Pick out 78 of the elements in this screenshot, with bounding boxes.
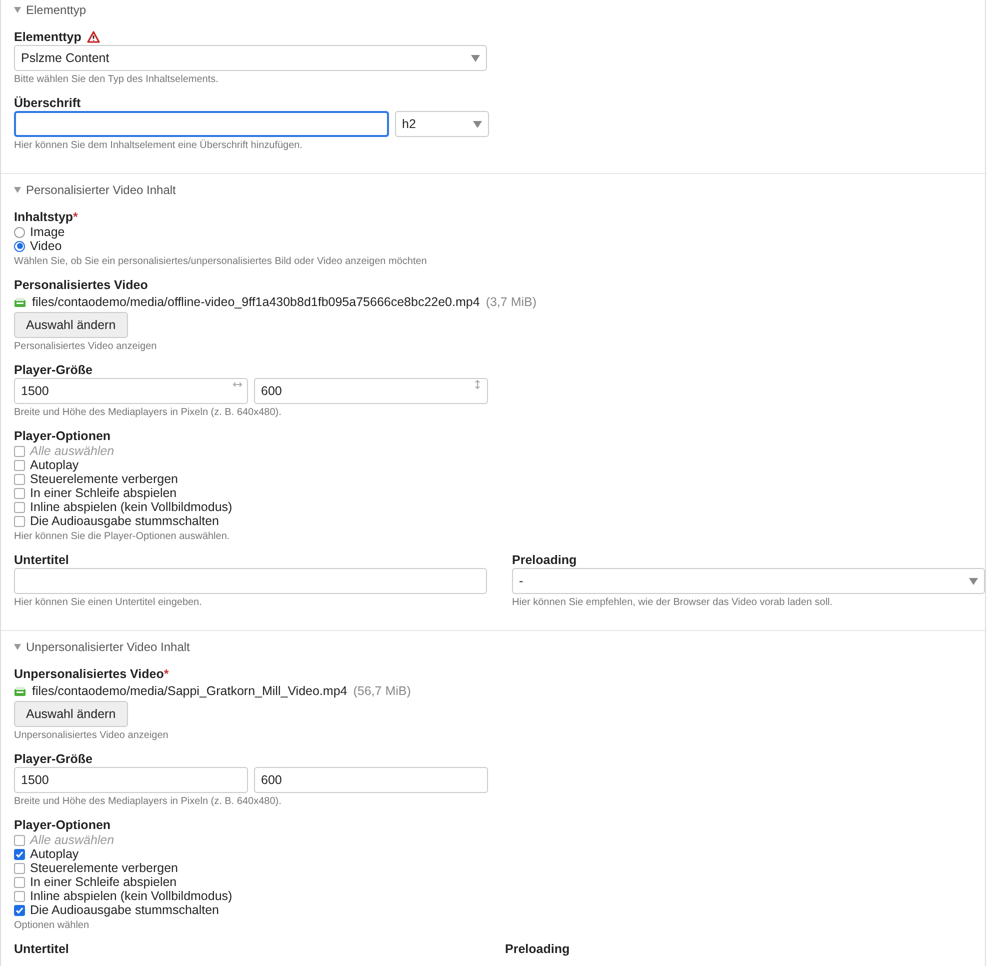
radio-button[interactable] [14,226,25,238]
help-text: Hier können Sie die Player-Optionen auswählen. [14,530,231,544]
checkbox[interactable] [14,488,25,498]
section-legend[interactable]: Unpersonalisierter Video Inhalt [26,640,190,654]
help-text: Breite und Höhe des Mediaplayers in Pixeln (z. B. 640x480). [14,406,282,420]
input-field[interactable] [14,111,389,137]
caret-icon [473,120,482,128]
collapse-toggle-icon[interactable] [14,644,21,650]
collapse-toggle-icon[interactable] [14,7,21,13]
option-label: In einer Schleife abspielen [30,486,177,500]
field-label: Untertitel [14,941,69,957]
option-label: Steuerelemente verbergen [30,861,178,875]
input-field[interactable]: 600 [254,378,488,404]
select-field[interactable]: h2 [395,111,489,137]
checkbox[interactable] [14,834,25,846]
select-field[interactable]: Pslzme Content [14,45,487,71]
help-text: Bitte wählen Sie den Typ des Inhaltselements. [14,73,220,87]
field-label: Player-Größe [14,362,93,378]
file-path: files/contaodemo/media/offline-video_9ff1a430b8d1fb095a75666ce8bc22e0.mp4 [32,295,480,309]
option-label: Autoplay [30,847,79,861]
help-text: Hier können Sie einen Untertitel eingeben. [14,596,203,610]
input-field[interactable]: 600 [254,767,488,793]
option-label: Autoplay [30,458,79,472]
help-text: Wählen Sie, ob Sie ein personalisiertes/unpersonalisiertes Bild oder Video anzeigen möchten [14,255,428,269]
input-field[interactable]: 1500 [14,767,248,793]
section-legend[interactable]: Elementtyp [26,3,86,17]
checkbox[interactable] [14,474,25,484]
help-text: Hier können Sie dem Inhaltselement eine Überschrift hinzufügen. [14,139,304,153]
field-label: Elementtyp [14,29,82,45]
select-all-label: Alle auswählen [30,444,114,458]
radio-button[interactable] [14,240,25,252]
checkbox[interactable] [14,862,25,874]
field-label: Player-Größe [14,751,93,767]
field-label: Überschrift [14,95,81,111]
option-label: Video [30,239,62,253]
field-label: Inhaltstyp* [14,209,78,225]
file-size: (56,7 MiB) [353,684,411,698]
file-size: (3,7 MiB) [486,295,537,309]
option-label: In einer Schleife abspielen [30,875,177,889]
help-text: Unpersonalisiertes Video anzeigen [14,729,170,743]
collapse-toggle-icon[interactable] [14,187,21,193]
file-icon [14,686,26,696]
field-label: Untertitel [14,552,69,568]
checkbox[interactable] [14,904,25,916]
caret-icon [969,578,978,584]
field-label: Player-Optionen [14,428,111,444]
checkbox[interactable] [14,890,25,902]
field-label: Personalisiertes Video [14,277,148,293]
checkbox[interactable] [14,460,25,470]
option-label: Inline abspielen (kein Vollbildmodus) [30,500,232,514]
field-label: Preloading [505,941,570,957]
checkbox[interactable] [14,502,25,512]
checkbox[interactable] [14,446,25,456]
section-legend[interactable]: Personalisierter Video Inhalt [26,183,176,197]
help-text: Personalisiertes Video anzeigen [14,340,158,354]
input-field[interactable]: 1500 [14,378,248,404]
input-field[interactable] [14,568,487,594]
help-text: Hier können Sie empfehlen, wie der Browser das Video vorab laden soll. [512,596,834,610]
checkbox[interactable] [14,876,25,888]
option-label: Steuerelemente verbergen [30,472,178,486]
file-icon [14,296,26,308]
checkbox[interactable] [14,516,25,526]
field-label: Unpersonalisiertes Video* [14,666,169,682]
help-text: Optionen wählen [14,919,90,933]
option-label: Image [30,225,65,239]
help-text: Breite und Höhe des Mediaplayers in Pixeln (z. B. 640x480). [14,795,282,809]
option-label: Die Audioausgabe stummschalten [30,903,220,917]
change-selection-button[interactable]: Auswahl ändern [14,312,128,338]
option-label: Inline abspielen (kein Vollbildmodus) [30,889,232,903]
checkbox[interactable] [14,848,25,860]
file-path: files/contaodemo/media/Sappi_Gratkorn_Mill_Video.mp4 [32,684,348,698]
caret-icon [471,54,480,62]
change-selection-button[interactable]: Auswahl ändern [14,701,128,727]
field-label: Player-Optionen [14,817,111,833]
select-all-label: Alle auswählen [30,833,114,847]
option-label: Die Audioausgabe stummschalten [30,514,220,528]
select-field[interactable]: - [512,568,985,594]
field-label: Preloading [512,552,577,568]
